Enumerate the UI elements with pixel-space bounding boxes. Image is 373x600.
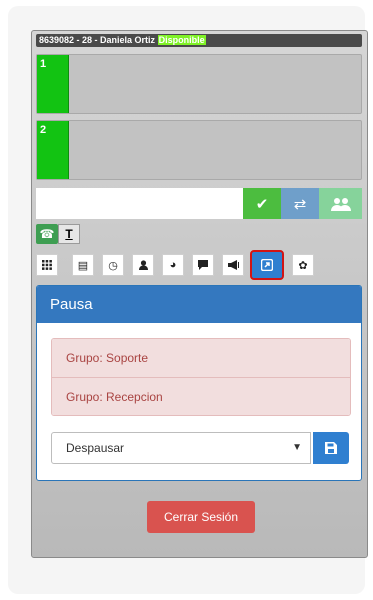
text-mode-button[interactable]: T <box>58 224 80 244</box>
contacts-button[interactable] <box>132 254 154 276</box>
user-icon <box>138 260 148 270</box>
grid-button[interactable] <box>36 254 58 276</box>
phone-icon: ☎ <box>39 227 55 241</box>
logout-button[interactable]: Cerrar Sesión <box>147 501 255 533</box>
gear-icon: ✿ <box>298 259 308 272</box>
external-link-icon <box>261 259 273 271</box>
chat-icon <box>198 260 208 270</box>
agent-info: 8639082 - 28 - Daniela Ortiz <box>39 35 156 45</box>
status-badge: Disponible <box>157 35 206 45</box>
floppy-disk-icon <box>325 442 337 454</box>
accept-button[interactable]: ✔ <box>243 188 281 219</box>
clock-icon: ◷ <box>108 259 118 272</box>
pause-select[interactable]: Despausar ▼ <box>51 432 311 464</box>
chat-button[interactable] <box>192 254 214 276</box>
group-list: Grupo: Soporte Grupo: Recepcion <box>51 338 351 416</box>
group-item-recepcion[interactable]: Grupo: Recepcion <box>52 377 350 415</box>
check-icon: ✔ <box>255 195 269 213</box>
web-button[interactable]: ◕ <box>162 254 184 276</box>
transfer-icon: ⇄ <box>293 195 307 213</box>
group-item-soporte[interactable]: Grupo: Soporte <box>52 339 350 377</box>
unpause-row: Despausar ▼ <box>51 432 349 464</box>
dial-input[interactable] <box>36 188 243 219</box>
dial-row: ✔ ⇄ <box>36 188 362 219</box>
pause-select-value: Despausar <box>66 441 125 455</box>
line-number-2: 2 <box>37 121 69 179</box>
agent-status-bar: 8639082 - 28 - Daniela Ortiz Disponible <box>36 34 362 47</box>
conference-icon <box>330 197 351 211</box>
text-format-icon: T <box>65 227 73 241</box>
grid-icon <box>42 260 52 270</box>
line-number-1: 1 <box>37 55 69 113</box>
conference-button[interactable] <box>319 188 362 219</box>
settings-button[interactable]: ✿ <box>292 254 314 276</box>
pause-panel-title: Pausa <box>37 286 361 323</box>
call-line-2[interactable]: 2 <box>36 120 362 180</box>
chevron-down-icon: ▼ <box>292 442 302 453</box>
pause-panel: Pausa Grupo: Soporte Grupo: Recepcion De… <box>36 285 362 481</box>
transfer-button[interactable]: ⇄ <box>281 188 319 219</box>
save-button[interactable] <box>313 432 349 464</box>
megaphone-icon <box>227 260 239 270</box>
logout-queue-button[interactable] <box>250 250 284 280</box>
softphone-panel: 8639082 - 28 - Daniela Ortiz Disponible … <box>31 30 368 558</box>
list-icon: ▤ <box>77 259 89 272</box>
call-line-1[interactable]: 1 <box>36 54 362 114</box>
history-button[interactable]: ◷ <box>102 254 124 276</box>
announce-button[interactable] <box>222 254 244 276</box>
list-button[interactable]: ▤ <box>72 254 94 276</box>
phone-mode-button[interactable]: ☎ <box>36 224 58 244</box>
globe-icon: ◕ <box>169 259 177 271</box>
